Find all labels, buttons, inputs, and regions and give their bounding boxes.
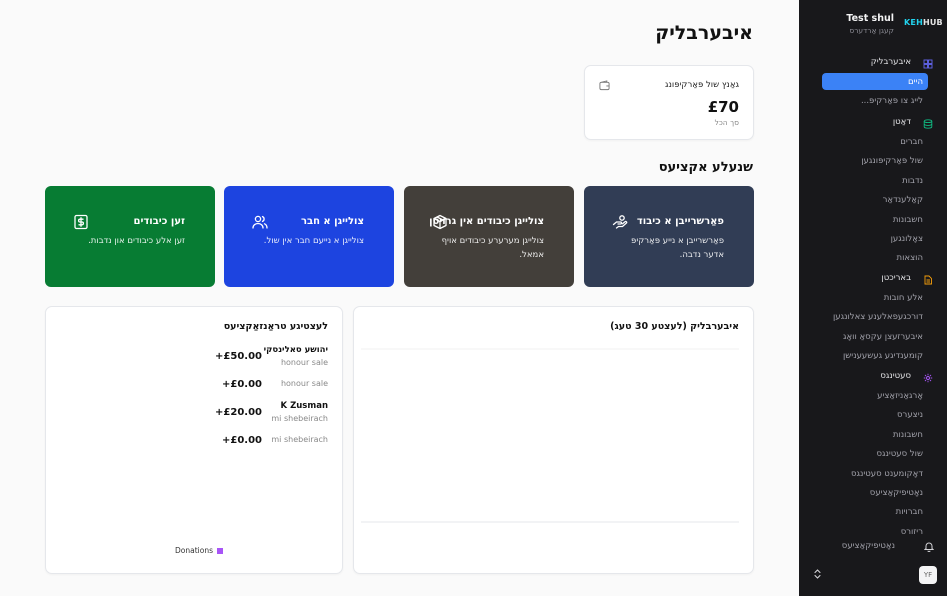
nav-item[interactable]: דורכגעפאלענע צאלונגען [833, 312, 923, 322]
nav-item[interactable]: חשבונות [893, 430, 923, 440]
nav-item[interactable]: דאָקומענט סעטינגס [851, 469, 923, 479]
quick-actions-title: שנעלע אקציעס [658, 160, 753, 175]
nav-item[interactable]: איבערזעצן עקסאַ וואָג [843, 332, 923, 342]
nav-item[interactable]: הוצאות [897, 253, 924, 263]
transaction-type: mi shebeirach [271, 435, 328, 444]
bulk-honours-desc: צולייגן מערערע כיבודים אויף אמאל. [441, 236, 544, 260]
overview-chart-card: איבערבליק (לעצטע 30 טעג) [353, 306, 754, 574]
transaction-name: K Zusman [280, 401, 328, 411]
gear-icon [923, 373, 933, 383]
nav-item[interactable]: קומענדיגע געשעענישן [843, 351, 923, 361]
nav-item[interactable]: ניצערס [897, 410, 923, 420]
nav-item[interactable]: אלע חובות [884, 293, 923, 303]
org-subtitle: קעגן אַרדערס [849, 26, 894, 35]
chart-legend: Donations [175, 546, 223, 555]
transaction-row[interactable]: K Zusman mi shebeirach £20.00+ [60, 401, 328, 427]
users-icon [252, 215, 268, 229]
add-member-card[interactable]: צולייגן א חבר צולייגן א נייעם חבר אין שו… [224, 186, 394, 287]
nav-group-0[interactable]: איבערבליק [871, 57, 911, 67]
package-icon [433, 214, 447, 230]
nav-item[interactable]: צאָלונגען [891, 234, 923, 244]
total-sales-label: גאַנץ שול פּאַרקיפּונג [665, 80, 739, 90]
chart-plot [361, 348, 739, 523]
logo-part-b: HUB [922, 18, 943, 27]
notifications-link[interactable]: נאָטיפיקאַציעס [842, 541, 895, 551]
record-honour-card[interactable]: פאַרשרייבן א כיבוד פאַרשרייבן א נייע פּא… [584, 186, 754, 287]
dollar-icon [74, 214, 88, 230]
org-name[interactable]: Test shul [846, 13, 894, 24]
nav-group-3[interactable]: סעטינגס [880, 371, 911, 381]
nav-item[interactable]: נדבות [902, 176, 923, 186]
transaction-row[interactable]: mi shebeirach £0.00+ [60, 429, 328, 455]
main-content: איבערבליק גאַנץ שול פּאַרקיפּונג £70 סך … [0, 0, 799, 596]
recent-transactions-title: לעצטיגע טראַנזאַקציעס [223, 321, 328, 332]
nav-group-2[interactable]: באריכטן [881, 273, 911, 283]
nav-group-1[interactable]: דאַטן [893, 117, 911, 127]
record-honour-title: פאַרשרייבן א כיבוד [636, 216, 724, 227]
transaction-type: mi shebeirach [271, 414, 328, 423]
user-avatar[interactable]: YF [919, 566, 937, 584]
logo-part-a: KEH [904, 18, 923, 27]
transaction-amount: £0.00+ [221, 379, 262, 390]
grid-icon [923, 59, 933, 69]
transaction-type: honour sale [280, 379, 328, 388]
add-member-title: צולייגן א חבר [300, 216, 364, 227]
add-member-desc: צולייגן א נייעם חבר אין שול. [263, 236, 364, 246]
chevrons-up-down-icon[interactable] [813, 568, 822, 580]
transaction-amount: £0.00+ [221, 435, 262, 446]
nav-item[interactable]: חברויות [896, 507, 923, 517]
hand-coins-icon [612, 215, 628, 229]
sidebar: Test shul קעגן אַרדערס KEHHUB איבערבליק ה… [799, 0, 947, 596]
transaction-name: יהושע סאלינסקי [263, 345, 328, 355]
file-icon [924, 275, 932, 285]
view-honours-card[interactable]: זען כיבודים זען אלע כיבודים און נדבות. [45, 186, 215, 287]
bulk-honours-card[interactable]: צולייגן כיבודים אין גרויסן צולייגן מערער… [404, 186, 574, 287]
view-honours-desc: זען אלע כיבודים און נדבות. [88, 236, 185, 246]
nav-item[interactable]: שול סעטינגס [876, 449, 923, 459]
nav-item[interactable]: קאַלענדאַר [883, 195, 923, 205]
transaction-amount: £20.00+ [215, 407, 262, 418]
bell-icon[interactable] [924, 541, 934, 552]
recent-transactions-card: לעצטיגע טראַנזאַקציעס יהושע סאלינסקי hon… [45, 306, 343, 574]
transaction-row[interactable]: honour sale £0.00+ [60, 373, 328, 399]
transaction-amount: £50.00+ [215, 351, 262, 362]
legend-label-donations: Donations [175, 546, 213, 555]
total-sales-card: גאַנץ שול פּאַרקיפּונג £70 סך הכל [584, 65, 754, 140]
database-icon [923, 119, 933, 129]
nav-item[interactable]: חברים [900, 137, 923, 147]
nav-item[interactable]: נאָטיפיקאַציעס [870, 488, 923, 498]
page-title: איבערבליק [655, 22, 753, 44]
nav-item[interactable]: שול פּאַרקיפּונגען [861, 156, 923, 166]
transaction-type: honour sale [280, 358, 328, 367]
nav-item[interactable]: חשבונות [893, 215, 923, 225]
brand-logo: KEHHUB [904, 18, 943, 27]
nav-item[interactable]: לייג צו פּאַרקיפּ... [861, 96, 923, 106]
total-sales-sub: סך הכל [714, 118, 739, 127]
view-honours-title: זען כיבודים [133, 216, 185, 227]
record-honour-desc: פאַרשרייבן א נייע פּאַרקיפּ אדער נדבה. [631, 236, 724, 260]
nav-item[interactable]: אָרגאַניזאַציע [877, 391, 923, 401]
total-sales-amount: £70 [707, 98, 739, 116]
nav-item[interactable]: ריזורס [901, 527, 923, 537]
wallet-icon [599, 80, 610, 91]
transaction-row[interactable]: יהושע סאלינסקי honour sale £50.00+ [60, 345, 328, 371]
nav-item-home[interactable]: היים [908, 77, 923, 87]
legend-swatch-donations [217, 548, 223, 554]
